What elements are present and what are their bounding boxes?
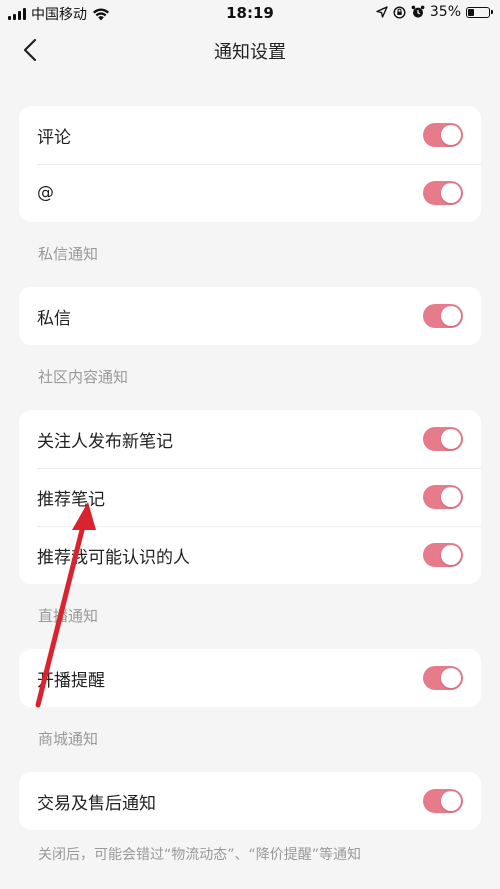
followed-new-notes-toggle[interactable] (423, 427, 463, 451)
setting-row-live-start[interactable]: 开播提醒 (19, 649, 481, 707)
orders-after-sales-toggle[interactable] (423, 789, 463, 813)
toggle-knob (441, 668, 461, 688)
setting-row-recommended-notes[interactable]: 推荐笔记 (19, 468, 481, 526)
settings-card-interactions: 评论 @ (19, 106, 481, 222)
battery-percent: 35% (429, 4, 461, 20)
setting-label: 关注人发布新笔记 (37, 431, 173, 452)
status-right: 35% (376, 4, 493, 20)
battery-fill (468, 8, 475, 16)
setting-label: 开播提醒 (37, 670, 105, 691)
settings-card-live: 开播提醒 (19, 649, 481, 707)
battery-icon (466, 6, 493, 18)
setting-row-followed-new-notes[interactable]: 关注人发布新笔记 (19, 410, 481, 468)
setting-row-private-messages[interactable]: 私信 (19, 287, 481, 345)
setting-row-comments[interactable]: 评论 (19, 106, 481, 164)
setting-label: 私信 (37, 308, 71, 329)
comments-toggle[interactable] (423, 123, 463, 147)
people-you-may-know-toggle[interactable] (423, 543, 463, 567)
setting-row-orders-after-sales[interactable]: 交易及售后通知 (19, 772, 481, 830)
setting-row-mentions[interactable]: @ (19, 164, 481, 222)
live-start-toggle[interactable] (423, 666, 463, 690)
recommended-notes-toggle[interactable] (423, 485, 463, 509)
mentions-toggle[interactable] (423, 181, 463, 205)
private-messages-toggle[interactable] (423, 304, 463, 328)
section-title-live: 直播通知 (38, 607, 99, 625)
toggle-knob (441, 487, 461, 507)
setting-label: 评论 (37, 127, 71, 148)
alarm-icon (411, 5, 425, 18)
toggle-knob (441, 545, 461, 565)
settings-card-private-messages: 私信 (19, 287, 481, 345)
setting-row-people-you-may-know[interactable]: 推荐我可能认识的人 (19, 526, 481, 584)
setting-label: 交易及售后通知 (37, 793, 156, 814)
nav-bar: 通知设置 (0, 26, 500, 74)
settings-card-community: 关注人发布新笔记 推荐笔记 推荐我可能认识的人 (19, 410, 481, 584)
toggle-knob (441, 429, 461, 449)
section-title-private-messages: 私信通知 (38, 245, 99, 263)
footer-note: 关闭后，可能会错过“物流动态”、“降价提醒”等通知 (38, 847, 362, 863)
section-title-mall: 商城通知 (38, 730, 99, 748)
toggle-knob (441, 791, 461, 811)
location-icon (376, 6, 388, 18)
settings-card-mall: 交易及售后通知 (19, 772, 481, 830)
page-title: 通知设置 (214, 42, 286, 63)
setting-label: @ (37, 183, 54, 203)
section-title-community: 社区内容通知 (38, 368, 129, 386)
status-bar: 中国移动 18:19 35% (0, 0, 500, 26)
settings-list: 评论 @ 私信通知 私信 社区内容通知 关注人发布新笔记 推荐笔记 推荐我可能认… (19, 106, 481, 864)
setting-label: 推荐我可能认识的人 (37, 547, 190, 568)
orientation-lock-icon (393, 5, 406, 19)
setting-label: 推荐笔记 (37, 489, 105, 510)
toggle-knob (441, 125, 461, 145)
toggle-knob (441, 183, 461, 203)
toggle-knob (441, 306, 461, 326)
